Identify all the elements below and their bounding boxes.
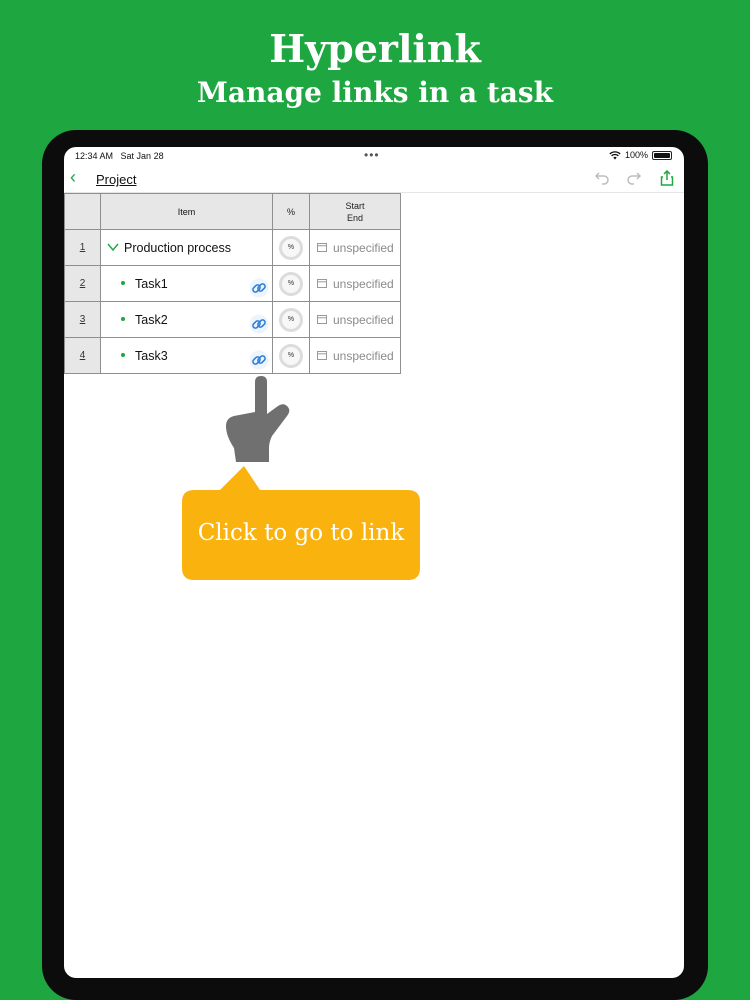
table-row[interactable]: 3 Task2 % unspecified: [64, 301, 401, 338]
link-icon[interactable]: [249, 314, 269, 334]
start-value: unspecified: [333, 313, 394, 327]
chevron-down-icon[interactable]: [107, 242, 119, 252]
table-row[interactable]: 1 Production process % unspecified: [64, 229, 401, 266]
navigation-bar: ‹ Project: [64, 165, 684, 193]
row-number[interactable]: 3: [64, 301, 101, 338]
bullet-icon: [121, 281, 125, 285]
grid-header-row: Item % Start End: [64, 193, 401, 230]
pointing-hand-icon: [226, 376, 290, 462]
item-cell[interactable]: Task2: [100, 301, 273, 338]
calendar-icon: [317, 279, 327, 288]
start-cell[interactable]: unspecified: [309, 265, 401, 302]
column-header-item[interactable]: Item: [100, 193, 273, 230]
battery-percent: 100%: [624, 150, 648, 160]
grid-corner-cell[interactable]: [64, 193, 101, 230]
start-cell[interactable]: unspecified: [309, 301, 401, 338]
status-time: 12:34 AM Sat Jan 28: [75, 151, 164, 161]
banner-title: Hyperlink: [269, 26, 481, 71]
start-value: unspecified: [333, 349, 394, 363]
battery-icon: [652, 150, 672, 160]
link-icon[interactable]: [249, 350, 269, 370]
start-value: unspecified: [333, 241, 394, 255]
share-icon[interactable]: [659, 169, 675, 186]
calendar-icon: [317, 351, 327, 360]
project-link[interactable]: Project: [96, 172, 136, 187]
task-name: Task2: [135, 313, 168, 327]
column-header-start-end[interactable]: Start End: [309, 193, 401, 230]
item-cell[interactable]: Task1: [100, 265, 273, 302]
link-icon[interactable]: [249, 278, 269, 298]
start-value: unspecified: [333, 277, 394, 291]
banner-subtitle: Manage links in a task: [196, 76, 554, 109]
percent-cell[interactable]: %: [272, 265, 310, 302]
group-name: Production process: [124, 241, 232, 255]
undo-icon[interactable]: [594, 170, 610, 186]
column-header-start: Start: [345, 200, 365, 211]
row-number[interactable]: 1: [64, 229, 101, 266]
percent-cell[interactable]: %: [272, 301, 310, 338]
column-header-end: End: [346, 212, 363, 223]
callout-text: Click to go to link: [197, 520, 405, 546]
calendar-icon: [317, 243, 327, 252]
task-grid: Item % Start End 1 Production process % …: [64, 193, 401, 374]
progress-circle: %: [279, 307, 303, 332]
row-number[interactable]: 2: [64, 265, 101, 302]
task-name: Task1: [135, 277, 168, 291]
task-name: Task3: [135, 349, 168, 363]
redo-icon[interactable]: [626, 170, 642, 186]
row-number[interactable]: 4: [64, 337, 101, 374]
percent-cell[interactable]: %: [272, 337, 310, 374]
status-bar: 12:34 AM Sat Jan 28 ••• 100%: [64, 147, 684, 165]
start-cell[interactable]: unspecified: [309, 337, 401, 374]
multitasking-dots-icon[interactable]: •••: [364, 148, 380, 162]
calendar-icon: [317, 315, 327, 324]
bullet-icon: [121, 317, 125, 321]
chevron-left-icon[interactable]: ‹: [70, 167, 76, 188]
table-row[interactable]: 4 Task3 % unspecified: [64, 337, 401, 374]
progress-circle: %: [279, 343, 303, 368]
start-cell[interactable]: unspecified: [309, 229, 401, 266]
wifi-icon: [609, 150, 621, 159]
column-header-percent[interactable]: %: [272, 193, 310, 230]
bullet-icon: [121, 353, 125, 357]
progress-circle: %: [279, 235, 303, 260]
item-cell[interactable]: Task3: [100, 337, 273, 374]
item-cell[interactable]: Production process: [100, 229, 273, 266]
percent-cell[interactable]: %: [272, 229, 310, 266]
table-row[interactable]: 2 Task1 % unspecified: [64, 265, 401, 302]
progress-circle: %: [279, 271, 303, 296]
